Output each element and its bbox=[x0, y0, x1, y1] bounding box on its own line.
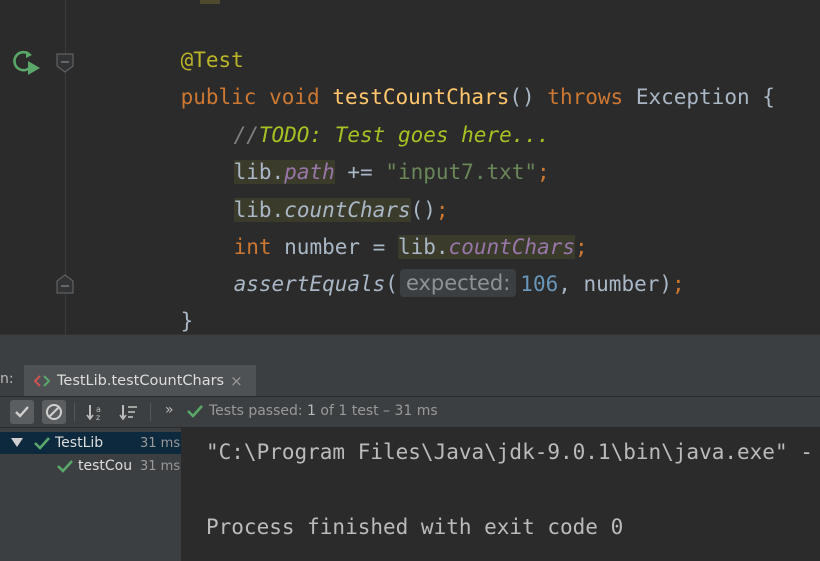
pass-check-icon bbox=[34, 437, 50, 450]
tab-run-config[interactable]: TestLib.testCountChars × bbox=[24, 365, 256, 396]
status-count: 1 bbox=[307, 403, 316, 419]
sort-alpha-button[interactable]: az bbox=[84, 400, 108, 424]
tree-node-testlib[interactable]: TestLib 31 ms bbox=[0, 432, 181, 454]
stop-icon bbox=[46, 404, 62, 420]
code-line-signature[interactable]: public void testCountChars() throws Exce… bbox=[130, 46, 775, 109]
brace-open: { bbox=[762, 85, 775, 109]
tab-prefix: n: bbox=[0, 371, 14, 387]
sort-duration-icon bbox=[119, 405, 137, 421]
console-line-exit: Process finished with exit code 0 bbox=[206, 515, 624, 539]
show-passed-button[interactable] bbox=[10, 400, 34, 424]
semicolon: ; bbox=[537, 160, 550, 184]
tree-node-time: 31 ms bbox=[140, 435, 181, 451]
keyword-throws: throws bbox=[547, 85, 624, 109]
console-line-command: "C:\Program Files\Java\jdk-9.0.1\bin\jav… bbox=[206, 440, 813, 464]
tree-node-testcountchars[interactable]: testCou 31 ms bbox=[0, 455, 181, 477]
status-detail: of 1 test – 31 ms bbox=[315, 403, 438, 419]
svg-text:z: z bbox=[96, 413, 100, 421]
code-line-call[interactable]: lib.countChars(); bbox=[183, 159, 449, 222]
chevron-double-icon[interactable]: » bbox=[165, 402, 174, 418]
code-editor[interactable]: @Test public void testCountChars() throw… bbox=[0, 0, 820, 334]
tree-node-time: 31 ms bbox=[140, 458, 181, 474]
test-status: Tests passed: 1 of 1 test – 31 ms bbox=[187, 403, 438, 419]
code-line-annotation[interactable]: @Test bbox=[130, 9, 244, 72]
pass-check-icon bbox=[187, 405, 203, 418]
toolbar-divider bbox=[74, 403, 75, 421]
check-icon bbox=[15, 406, 29, 418]
run-toolbar: az » Tests passed: 1 of 1 test – 31 ms bbox=[0, 397, 820, 428]
fold-end-icon[interactable] bbox=[56, 274, 74, 294]
test-tree: TestLib 31 ms testCou 31 ms bbox=[0, 428, 182, 561]
show-ignored-button[interactable] bbox=[42, 400, 66, 424]
method-assert-equals: assertEquals bbox=[233, 272, 386, 296]
run-test-icon[interactable] bbox=[10, 47, 42, 75]
code-line-path[interactable]: lib.path += "input7.txt"; bbox=[183, 121, 550, 184]
paren-open: ( bbox=[385, 272, 398, 296]
semicolon: ; bbox=[672, 272, 685, 296]
sort-duration-button[interactable] bbox=[117, 400, 141, 424]
pass-check-icon bbox=[57, 460, 73, 473]
highlight-marker bbox=[200, 0, 220, 4]
panel-splitter[interactable] bbox=[0, 334, 820, 366]
tree-node-label: testCou bbox=[78, 458, 133, 474]
console-output[interactable]: "C:\Program Files\Java\jdk-9.0.1\bin\jav… bbox=[182, 428, 820, 561]
run-tab-bar: n: TestLib.testCountChars × bbox=[0, 365, 820, 397]
parameter-hint: expected: bbox=[399, 269, 517, 297]
fold-icon[interactable] bbox=[56, 53, 74, 73]
close-icon[interactable]: × bbox=[230, 372, 243, 390]
code-line-assert[interactable]: assertEquals(expected: 106, number); bbox=[183, 233, 685, 297]
tab-label: TestLib.testCountChars bbox=[57, 372, 225, 389]
code-line-comment[interactable]: //TODO: Test goes here... bbox=[183, 84, 550, 147]
code-line-close[interactable]: } bbox=[130, 270, 194, 333]
exception-type: Exception bbox=[635, 85, 750, 109]
code-line-assign[interactable]: int number = lib.countChars; bbox=[183, 196, 588, 259]
brace-close: } bbox=[180, 309, 194, 333]
status-prefix: Tests passed: bbox=[209, 403, 308, 419]
number-literal: 106 bbox=[520, 272, 559, 296]
toolbar-divider bbox=[150, 403, 151, 421]
test-arrows-icon bbox=[34, 374, 50, 387]
tree-node-label: TestLib bbox=[55, 435, 104, 451]
expand-tree-icon[interactable] bbox=[11, 438, 23, 448]
args-rest: , number) bbox=[558, 272, 673, 296]
sort-alpha-icon: az bbox=[86, 405, 101, 421]
